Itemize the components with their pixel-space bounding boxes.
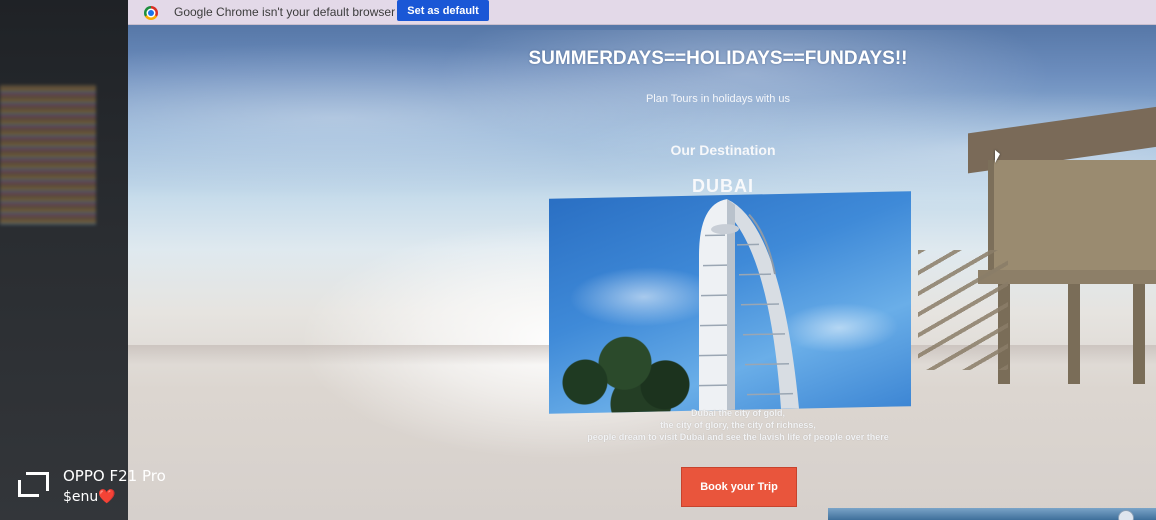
camera-brand-logo-icon (18, 472, 50, 498)
set-as-default-button[interactable]: Set as default (397, 0, 489, 21)
book-trip-button[interactable]: Book your Trip (681, 467, 797, 507)
page-tagline: Plan Tours in holidays with us (645, 93, 791, 105)
watermark-device: OPPO F21 Pro (63, 467, 166, 485)
hut-leg (1133, 284, 1145, 384)
monitor-bezel (0, 0, 128, 520)
mouse-cursor-icon (995, 150, 1000, 163)
browser-viewport: Google Chrome isn't your default browser… (128, 0, 1156, 520)
city-description-line: the city of glory, the city of richness, (660, 420, 816, 430)
city-description: Dubai the city of gold, the city of glor… (558, 407, 918, 443)
lifeguard-hut-image (918, 106, 1156, 390)
background-object (0, 85, 96, 225)
default-browser-infobar: Google Chrome isn't your default browser… (128, 0, 1156, 25)
taskbar (828, 508, 1156, 520)
watermark-user: $enu❤️ (63, 489, 116, 505)
hut-leg (1068, 284, 1080, 384)
destination-heading: Our Destination (670, 142, 776, 158)
city-description-line: people dream to visit Dubai and see the … (587, 432, 889, 442)
hut-body (988, 160, 1156, 270)
palm-tree (553, 325, 713, 414)
infobar-message: Google Chrome isn't your default browser (174, 5, 396, 19)
burj-al-arab-photo (549, 191, 911, 414)
city-description-line: Dubai the city of gold, (691, 408, 785, 418)
tray-icon[interactable] (1118, 510, 1134, 520)
hut-stairs (918, 250, 1008, 370)
chrome-icon (144, 6, 158, 20)
page-headline: SUMMERDAYS==HOLIDAYS==FUNDAYS!! (528, 48, 908, 69)
